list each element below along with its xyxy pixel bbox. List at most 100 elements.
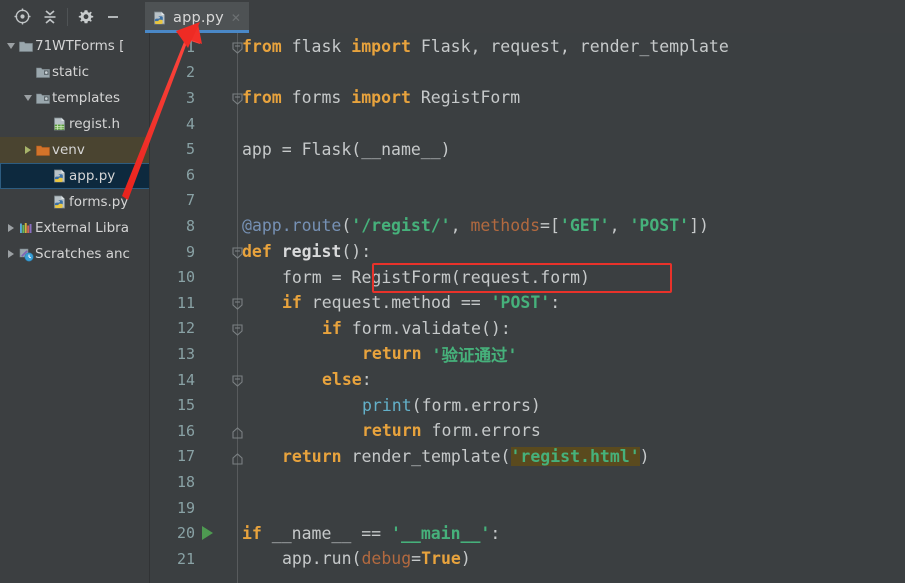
code-token: ) [460, 549, 471, 569]
tree-item-venv[interactable]: venv [0, 137, 150, 163]
tree-item-label: Scratches anc [35, 246, 130, 262]
code-line[interactable] [236, 111, 242, 137]
code-token: '/regist/' [351, 216, 451, 236]
gutter-line[interactable]: 20 [150, 520, 236, 546]
code-line[interactable]: if request.method == 'POST': [236, 290, 560, 316]
project-tree[interactable]: 71WTForms [ static templates regist.h venv ap… [0, 33, 150, 583]
code-line[interactable]: if form.validate(): [236, 316, 511, 342]
toolbar-divider [67, 7, 68, 26]
collapse-all-icon[interactable] [36, 4, 63, 30]
code-line[interactable]: from forms import RegistForm [236, 85, 520, 111]
code-line[interactable]: @ app.route('/regist/', methods =['GET', '… [236, 213, 709, 239]
code-token: form.validate(): [341, 318, 511, 338]
code-token: import [351, 88, 411, 108]
tree-item-label: 71WTForms [ [35, 38, 125, 54]
code-token: : [361, 370, 372, 390]
code-line[interactable]: if __name__ == '__main__': [236, 520, 500, 546]
code-token: if [322, 318, 342, 338]
tree-item-label: venv [52, 142, 85, 158]
code-token: 'GET' [559, 216, 610, 236]
gutter-line[interactable]: 9 [150, 239, 236, 265]
gutter-line[interactable]: 19 [150, 495, 236, 521]
tree-item-static[interactable]: static [0, 59, 150, 85]
code-content[interactable]: from flask import Flask, request, render… [236, 33, 905, 583]
code-line[interactable]: form = RegistForm(request.form) [236, 264, 590, 290]
code-line[interactable] [236, 188, 242, 214]
chevron-right-icon[interactable] [4, 241, 17, 267]
gutter-line[interactable]: 21 [150, 546, 236, 572]
code-token: app = Flask(__name__) [242, 139, 451, 159]
editor-tabstrip: app.py ✕ [145, 0, 249, 33]
tree-item-templates[interactable]: templates [0, 85, 150, 111]
gutter-line[interactable]: 1 [150, 34, 236, 60]
tree-item-forms-py[interactable]: forms.py [0, 189, 150, 215]
gutter-line[interactable]: 2 [150, 60, 236, 86]
toolbar-button-group [0, 0, 126, 33]
code-token: if [282, 293, 302, 313]
tree-item-regist-h[interactable]: regist.h [0, 111, 150, 137]
tree-item-label: static [52, 64, 90, 80]
chevron-right-icon[interactable] [21, 137, 34, 163]
code-line[interactable]: print (form.errors) [236, 392, 541, 418]
gutter-line[interactable]: 14 [150, 367, 236, 393]
code-token: : [550, 293, 561, 313]
code-line[interactable]: return form.errors [236, 418, 541, 444]
close-icon[interactable]: ✕ [231, 12, 241, 24]
gutter-line[interactable]: 3 [150, 85, 236, 111]
code-line[interactable]: app = Flask(__name__) [236, 136, 451, 162]
gutter-line[interactable]: 18 [150, 469, 236, 495]
code-line[interactable] [236, 469, 242, 495]
chevron-down-icon[interactable] [4, 33, 17, 59]
gutter-line[interactable]: 10 [150, 264, 236, 290]
tab-app-py[interactable]: app.py ✕ [145, 2, 249, 33]
line-number: 10 [176, 268, 195, 287]
chevron-down-icon[interactable] [21, 85, 34, 111]
tree-item-scratches-anc[interactable]: Scratches anc [0, 241, 150, 267]
gutter-line[interactable]: 11 [150, 290, 236, 316]
gutter-line[interactable]: 13 [150, 341, 236, 367]
folder-special-icon [34, 85, 52, 111]
code-line[interactable]: return '验证通过' [236, 341, 517, 367]
code-editor[interactable]: 1 2 3 4 5 6 7 8 9 10 11 12 13 14 15 16 17 18 19 20 21 from f… [150, 33, 905, 583]
code-line[interactable] [236, 60, 242, 86]
gutter-line[interactable]: 5 [150, 136, 236, 162]
code-line[interactable] [236, 162, 242, 188]
gutter-line[interactable]: 16 [150, 418, 236, 444]
hide-panel-icon[interactable] [99, 4, 126, 30]
chevron-right-icon[interactable] [4, 215, 17, 241]
code-token: 'regist.html' [510, 446, 640, 466]
code-line[interactable]: def regist (): [236, 239, 371, 265]
tree-item-app-py[interactable]: app.py [0, 163, 150, 189]
gutter-line[interactable]: 8 [150, 213, 236, 239]
gutter-line[interactable]: 17 [150, 444, 236, 470]
code-line[interactable]: else: [236, 367, 372, 393]
tree-item-external-libra[interactable]: External Libra [0, 215, 150, 241]
locate-in-project-icon[interactable] [9, 4, 36, 30]
code-line[interactable]: from flask import Flask, request, render… [236, 34, 729, 60]
gutter-line[interactable]: 7 [150, 188, 236, 214]
code-token: return [362, 421, 422, 441]
line-number: 1 [185, 37, 195, 56]
code-line[interactable]: app.run(debug = True) [236, 546, 471, 572]
line-number: 2 [185, 63, 195, 82]
code-token: ) [639, 446, 650, 466]
code-line[interactable]: return render_template('regist.html') [236, 444, 650, 470]
gutter-line[interactable]: 15 [150, 392, 236, 418]
run-script-icon[interactable] [197, 526, 217, 541]
gutter-line[interactable]: 12 [150, 316, 236, 342]
tree-item-71wtforms[interactable]: 71WTForms [ [0, 33, 150, 59]
code-line[interactable] [236, 495, 242, 521]
gutter-line[interactable]: 6 [150, 162, 236, 188]
line-number: 11 [176, 293, 195, 312]
code-token: return [362, 344, 422, 364]
code-token: =[ [540, 216, 560, 236]
code-token: , [450, 216, 471, 236]
libraries-icon [17, 215, 35, 241]
gutter-line[interactable]: 4 [150, 111, 236, 137]
line-number: 18 [176, 472, 195, 491]
settings-gear-icon[interactable] [72, 4, 99, 30]
line-number: 6 [185, 165, 195, 184]
editor-gutter[interactable]: 1 2 3 4 5 6 7 8 9 10 11 12 13 14 15 16 17 18 19 20 21 [150, 33, 236, 583]
